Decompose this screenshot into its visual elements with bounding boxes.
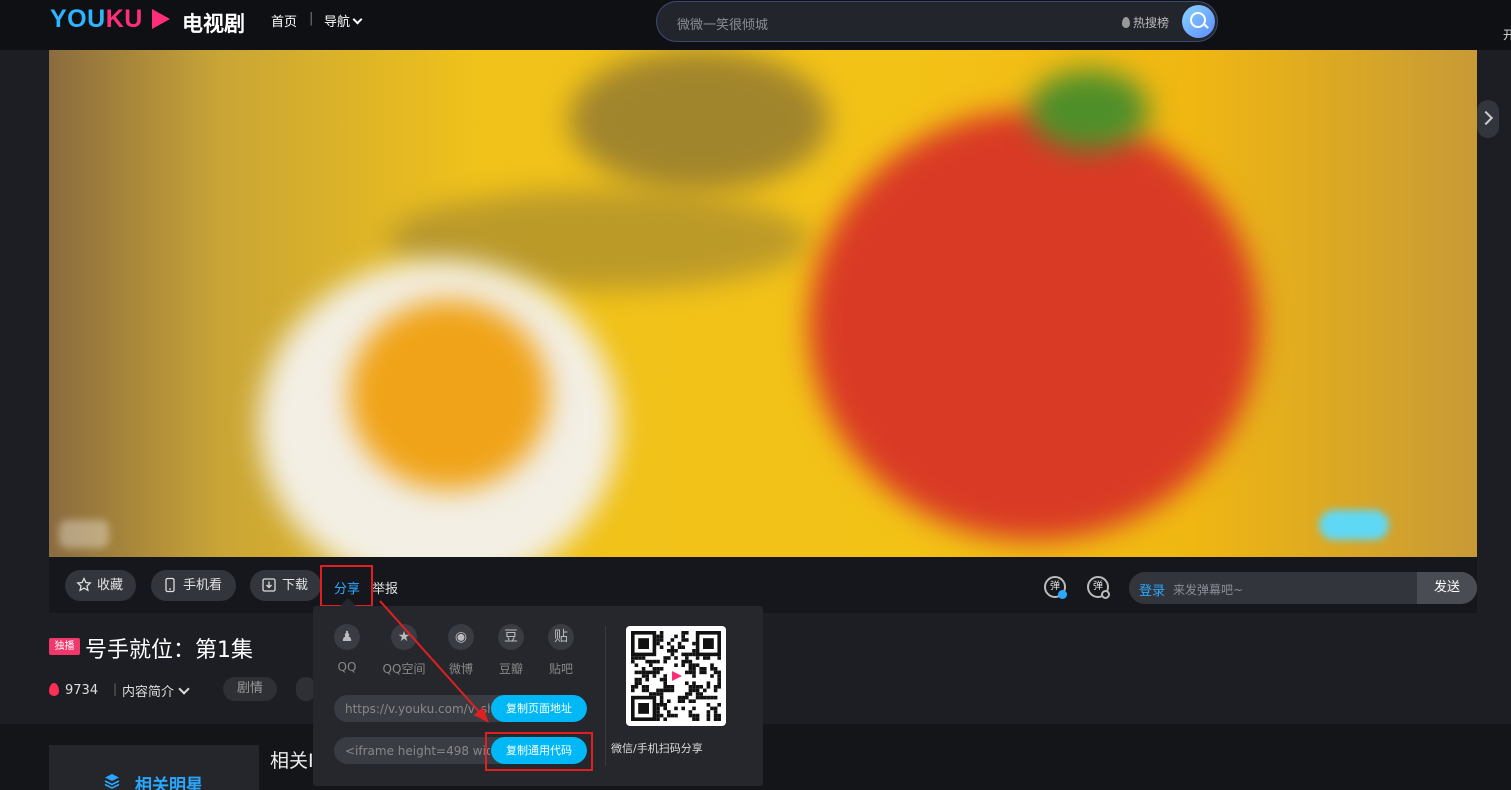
search-bar[interactable]: 微微一笑很倾城 热搜榜 xyxy=(656,1,1218,42)
share-qr-code xyxy=(626,626,726,726)
video-title: 号手就位：第1集 xyxy=(85,638,253,663)
nav-separator: | xyxy=(309,11,314,26)
channel-title[interactable]: 电视剧 xyxy=(182,8,245,38)
player-action-bar: 收藏 手机看 下载 分享 举报 弹 弹 登录 来发弹幕吧~ 发送 xyxy=(49,557,1477,613)
video-frame-blur xyxy=(1319,510,1389,540)
share-tieba[interactable]: 贴 贴吧 xyxy=(531,624,591,677)
qzone-star-icon: ★ xyxy=(391,624,417,650)
nav-menu-dropdown[interactable]: 导航 xyxy=(324,11,363,30)
nav-menu-label: 导航 xyxy=(324,15,351,30)
tieba-icon: 贴 xyxy=(548,624,574,650)
flame-icon xyxy=(49,683,59,696)
chevron-right-icon[interactable] xyxy=(1477,100,1499,138)
related-heading: 相关I xyxy=(270,750,314,772)
heat-value: 9734 xyxy=(65,683,99,698)
qr-caption: 微信/手机扫码分享 xyxy=(611,742,703,755)
video-frame-blur xyxy=(809,110,1259,540)
danmu-send-button[interactable]: 发送 xyxy=(1417,572,1477,604)
genre-tag[interactable]: 剧情 xyxy=(223,677,278,701)
star-outline-icon xyxy=(76,577,92,592)
chevron-down-icon xyxy=(352,14,363,25)
video-frame-blur xyxy=(1029,70,1149,150)
chevron-down-icon xyxy=(178,683,190,695)
danmu-settings-button[interactable]: 弹 xyxy=(1087,576,1110,599)
search-button[interactable] xyxy=(1182,5,1215,38)
danmu-input[interactable]: 登录 来发弹幕吧~ 发送 xyxy=(1129,572,1477,604)
intro-dropdown[interactable]: 内容简介 xyxy=(122,681,190,700)
logo-text-pink: KU xyxy=(105,5,143,33)
share-qq[interactable]: ♟ QQ xyxy=(317,624,377,674)
danmu-on-indicator-icon xyxy=(1058,590,1067,599)
embed-code-text: <iframe height=498 width=510 xyxy=(345,744,490,758)
logo-play-icon xyxy=(152,9,170,29)
page-url-field[interactable]: https://v.youku.com/v_show 复制页面地址 xyxy=(334,695,587,722)
logo-text-blue: YOU xyxy=(50,5,106,33)
danmu-login-link[interactable]: 登录 xyxy=(1139,580,1165,599)
phone-watch-button[interactable]: 手机看 xyxy=(151,570,236,601)
weibo-icon: ◉ xyxy=(448,624,474,650)
danmu-placeholder: 来发弹幕吧~ xyxy=(1173,583,1244,597)
share-qq-label: QQ xyxy=(337,660,357,674)
download-label: 下载 xyxy=(282,578,309,593)
danmu-toggle-button[interactable]: 弹 xyxy=(1044,576,1067,599)
qq-icon: ♟ xyxy=(334,624,360,650)
info-separator: | xyxy=(113,682,118,696)
edge-text: 开 xyxy=(1503,28,1511,42)
phone-watch-label: 手机看 xyxy=(183,578,223,593)
copy-page-url-button[interactable]: 复制页面地址 xyxy=(491,695,587,722)
nav-home-link[interactable]: 首页 xyxy=(271,11,297,30)
popup-divider xyxy=(605,626,606,766)
qr-code-icon xyxy=(631,631,721,721)
top-navigation-bar: YOUKU 电视剧 首页 | 导航 微微一笑很倾城 热搜榜 开 xyxy=(0,0,1511,50)
flame-icon xyxy=(1121,17,1130,28)
exclusive-badge: 独播 xyxy=(49,638,80,655)
video-frame-blur xyxy=(349,300,549,490)
danmu-settings-gear-icon xyxy=(1101,590,1110,599)
phone-icon xyxy=(165,577,175,593)
download-button[interactable]: 下载 xyxy=(250,570,321,601)
share-tieba-label: 贴吧 xyxy=(548,662,573,676)
video-player[interactable] xyxy=(49,50,1477,557)
hot-search-link[interactable]: 热搜榜 xyxy=(1121,14,1169,31)
intro-label: 内容简介 xyxy=(122,685,175,700)
layers-icon xyxy=(104,774,120,789)
hot-search-label: 热搜榜 xyxy=(1132,16,1169,30)
collect-label: 收藏 xyxy=(97,578,124,593)
page-url-text: https://v.youku.com/v_show xyxy=(345,702,490,716)
video-frame-blur xyxy=(569,50,829,190)
share-qzone[interactable]: ★ QQ空间 xyxy=(374,624,434,677)
annotation-highlight-copy-code xyxy=(485,732,593,771)
collect-button[interactable]: 收藏 xyxy=(65,570,136,601)
download-icon xyxy=(262,578,276,592)
video-frame-blur xyxy=(59,520,109,548)
youku-logo[interactable]: YOUKU xyxy=(50,5,143,34)
douban-icon: 豆 xyxy=(498,624,524,650)
heat-counter: 9734 xyxy=(49,681,98,698)
share-qzone-label: QQ空间 xyxy=(382,662,426,676)
report-button[interactable]: 举报 xyxy=(372,578,398,597)
search-input[interactable]: 微微一笑很倾城 xyxy=(677,14,768,33)
related-stars-label: 相关明星 xyxy=(135,776,203,790)
